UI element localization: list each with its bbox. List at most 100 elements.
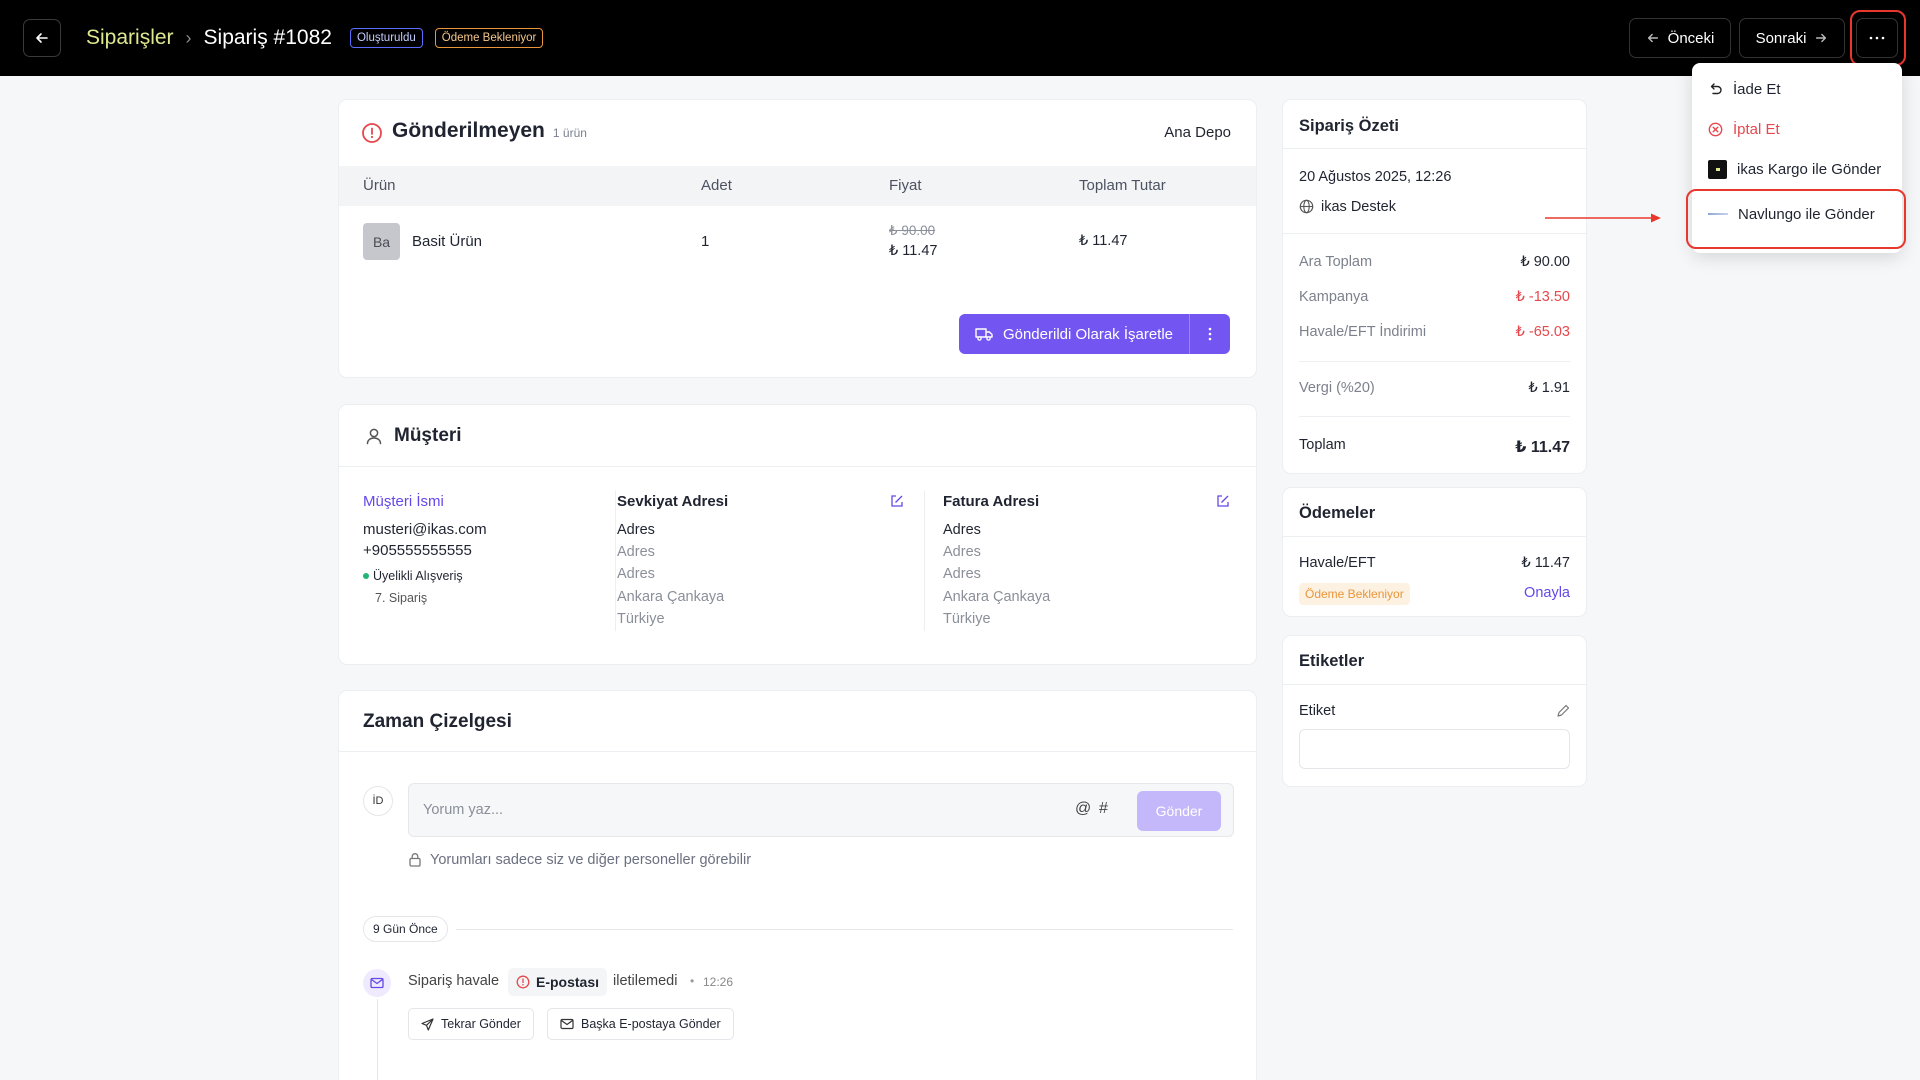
menu-item-label: ikas Kargo ile Gönder — [1737, 160, 1882, 178]
payment-status-badge: Ödeme Bekleniyor — [1299, 583, 1410, 605]
column-divider — [924, 491, 925, 631]
date-pill: 9 Gün Önce — [363, 916, 448, 942]
shipping-address-title: Sevkiyat Adresi — [617, 493, 729, 510]
timeline-divider — [339, 751, 1256, 752]
alert-circle-icon — [516, 975, 530, 989]
next-order-button[interactable]: Sonraki — [1739, 18, 1845, 58]
billing-address-line: Adres — [943, 566, 981, 582]
billing-address-title: Fatura Adresi — [943, 493, 1040, 510]
timeline-connector — [377, 999, 378, 1080]
previous-order-button[interactable]: Önceki — [1629, 18, 1731, 58]
billing-address-city: Ankara Çankaya — [943, 589, 1051, 605]
summary-divider — [1299, 361, 1570, 362]
mark-as-sent-label: Gönderildi Olarak İşaretle — [1002, 325, 1174, 343]
email-tag: E-postası — [508, 968, 608, 996]
status-badge-created: Oluşturuldu — [349, 28, 423, 48]
unsent-products-card: Gönderilmeyen 1 ürün Ana Depo Ürün Adet … — [339, 100, 1256, 377]
send-comment-button[interactable]: Gönder — [1137, 791, 1221, 831]
undo-icon — [1710, 82, 1722, 94]
hashtag-button[interactable]: # — [1099, 800, 1108, 818]
payment-amount: ₺ 11.47 — [1521, 555, 1570, 571]
product-price: ₺ 11.47 — [889, 243, 938, 259]
mail-icon — [560, 1018, 574, 1030]
chevron-right-icon: › — [185, 27, 192, 48]
email-event-icon-wrap — [363, 969, 391, 997]
customer-title: Müşteri — [394, 425, 462, 446]
shipping-address-line: Adres — [617, 566, 655, 582]
product-thumbnail: Ba — [363, 223, 400, 260]
tag-label: Etiket — [1299, 703, 1336, 719]
product-name[interactable]: Basit Ürün — [412, 233, 482, 250]
billing-address-country: Türkiye — [943, 611, 991, 627]
column-divider — [615, 491, 616, 631]
summary-title: Sipariş Özeti — [1299, 117, 1399, 135]
edit-billing-icon[interactable] — [1216, 494, 1230, 508]
menu-item-ikas-cargo[interactable]: ikas Kargo ile Gönder — [1708, 157, 1881, 181]
annotation-arrow-icon — [1545, 213, 1661, 223]
tags-title: Etiketler — [1299, 652, 1365, 670]
send-to-other-email-button[interactable]: Başka E-postaya Gönder — [547, 1008, 734, 1040]
tags-input[interactable] — [1299, 729, 1570, 769]
date-divider-line — [456, 929, 1233, 930]
summary-total-value: ₺ 11.47 — [1515, 439, 1570, 456]
order-summary-card: Sipariş Özeti 20 Ağustos 2025, 12:26 ika… — [1283, 100, 1586, 473]
ikas-cargo-logo — [1708, 159, 1727, 179]
products-table-header: Ürün Adet Fiyat Toplam Tutar — [339, 166, 1256, 206]
pencil-icon[interactable] — [1556, 704, 1570, 718]
customer-email: musteri@ikas.com — [363, 521, 487, 538]
warehouse-label: Ana Depo — [1164, 124, 1231, 141]
tags-card: Etiketler Etiket — [1283, 636, 1586, 786]
customer-phone: +905555555555 — [363, 542, 472, 559]
unsent-title: Gönderilmeyen — [392, 119, 545, 142]
alert-circle-icon — [362, 123, 382, 143]
col-price: Fiyat — [889, 177, 922, 194]
edit-shipping-icon[interactable] — [890, 494, 904, 508]
unsent-count: 1 ürün — [552, 126, 587, 140]
arrow-left-icon — [36, 33, 48, 43]
breadcrumb-orders-link[interactable]: Siparişler — [86, 26, 174, 50]
mark-as-sent-button[interactable]: Gönderildi Olarak İşaretle — [959, 314, 1230, 354]
lock-icon — [409, 853, 421, 867]
breadcrumb: Siparişler › Sipariş #1082 Oluşturuldu Ö… — [86, 24, 544, 52]
privacy-note: Yorumları sadece siz ve diğer personelle… — [430, 852, 752, 868]
mention-button[interactable]: @ — [1075, 800, 1091, 818]
summary-value: ₺ 1.91 — [1528, 380, 1570, 396]
customer-name-link[interactable]: Müşteri İsmi — [363, 493, 444, 510]
menu-item-refund[interactable]: İade Et — [1708, 77, 1781, 101]
customer-divider — [339, 466, 1256, 467]
member-status-dot — [363, 573, 369, 579]
sales-channel: ikas Destek — [1321, 199, 1396, 215]
mark-as-sent-more-button[interactable] — [1190, 314, 1230, 354]
comment-input[interactable]: Yorum yaz... — [423, 802, 503, 818]
truck-icon — [975, 328, 993, 341]
payment-method: Havale/EFT — [1299, 555, 1376, 571]
summary-key: Kampanya — [1299, 289, 1369, 305]
page-title: Sipariş #1082 — [203, 26, 332, 49]
status-badge-payment: Ödeme Bekleniyor — [434, 28, 544, 48]
menu-item-label: İade Et — [1733, 80, 1781, 98]
back-button[interactable] — [23, 19, 61, 57]
summary-value: ₺ 90.00 — [1520, 254, 1570, 270]
tags-divider — [1283, 684, 1586, 685]
resend-email-button[interactable]: Tekrar Gönder — [408, 1008, 534, 1040]
approve-payment-link[interactable]: Onayla — [1524, 585, 1570, 601]
next-label: Sonraki — [1755, 29, 1807, 47]
billing-address-line: Adres — [943, 544, 981, 560]
summary-divider — [1299, 416, 1570, 417]
previous-label: Önceki — [1667, 29, 1715, 47]
timeline-title: Zaman Çizelgesi — [363, 711, 512, 732]
event-text-suffix: iletilemedi — [613, 973, 678, 989]
summary-value: ₺ -65.03 — [1515, 324, 1570, 340]
resend-email-label: Tekrar Gönder — [441, 1017, 521, 1031]
comment-input-box[interactable]: Yorum yaz... @ # Gönder — [408, 783, 1234, 837]
user-avatar: İD — [363, 786, 393, 816]
payments-card: Ödemeler Havale/EFT ₺ 11.47 Ödeme Beklen… — [1283, 488, 1586, 616]
arrow-right-icon — [1816, 33, 1827, 43]
billing-address-line: Adres — [943, 522, 981, 538]
product-old-price: ₺ 90.00 — [889, 223, 936, 238]
summary-key: Vergi (%20) — [1299, 380, 1375, 396]
menu-item-cancel[interactable]: İptal Et — [1708, 117, 1780, 141]
shipping-address-city: Ankara Çankaya — [617, 589, 725, 605]
send-to-other-email-label: Başka E-postaya Gönder — [581, 1017, 721, 1031]
mark-as-sent-label-wrap[interactable]: Gönderildi Olarak İşaretle — [959, 314, 1189, 354]
